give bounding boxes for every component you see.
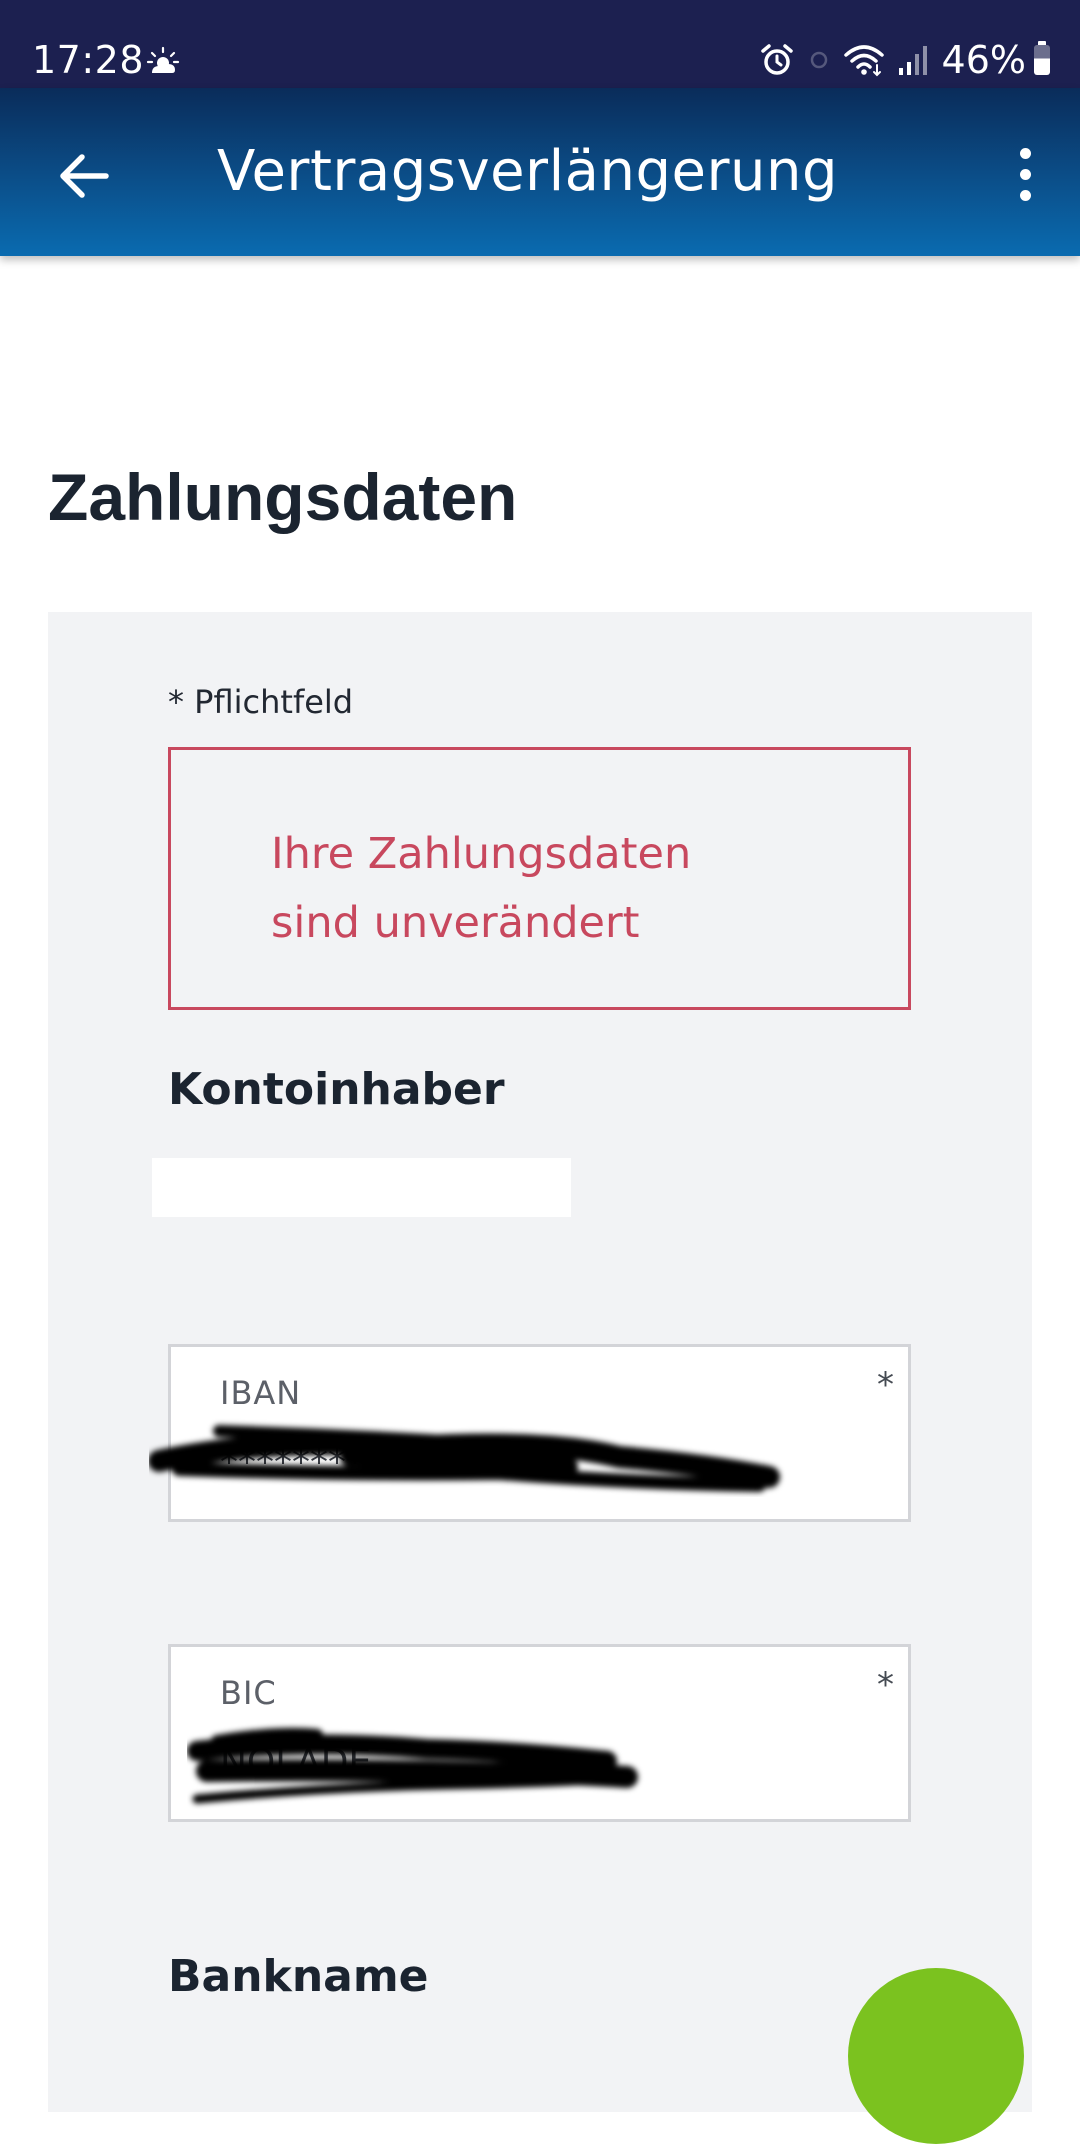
more-vert-icon xyxy=(1019,147,1031,159)
battery-icon xyxy=(1034,41,1050,75)
status-icons: 46% xyxy=(760,38,1050,82)
bank-name-label: Bankname xyxy=(168,1951,429,2002)
redaction-scribble xyxy=(149,1425,780,1492)
redaction-scribble xyxy=(187,1727,638,1804)
weather-sun-cloud-icon xyxy=(146,46,180,73)
info-message-line-1: Ihre Zahlungsdaten xyxy=(271,829,692,879)
info-message-box: Ihre Zahlungsdaten sind unverändert xyxy=(168,747,911,1010)
bic-label: BIC xyxy=(220,1674,277,1712)
iban-required-marker: * xyxy=(877,1365,894,1405)
status-time: 17:28 xyxy=(32,38,145,82)
wifi-icon xyxy=(843,45,884,77)
account-holder-label: Kontoinhaber xyxy=(168,1064,505,1115)
app-bar: Vertragsverlängerung xyxy=(0,88,1080,256)
required-field-note: * Pflichtfeld xyxy=(168,683,354,721)
signal-icon xyxy=(898,46,927,75)
info-message-line-2: sind unverändert xyxy=(271,898,640,948)
battery-percentage: 46% xyxy=(941,38,1026,82)
bic-required-marker: * xyxy=(877,1665,894,1705)
status-bar: 17:28 46% xyxy=(0,0,1080,88)
arrow-left-icon xyxy=(60,154,109,198)
iban-label: IBAN xyxy=(220,1374,302,1412)
iban-field[interactable]: IBAN * ********** xyxy=(149,1344,911,1522)
sync-icon xyxy=(810,51,827,69)
alarm-icon xyxy=(760,44,793,75)
account-holder-value xyxy=(152,1158,571,1217)
floating-action-button[interactable] xyxy=(848,1968,1024,2144)
bic-field[interactable]: BIC * NOLADE xyxy=(168,1644,911,1822)
page-title: Vertragsverlängerung xyxy=(217,139,838,204)
back-button[interactable] xyxy=(44,140,124,212)
overflow-menu-button[interactable] xyxy=(990,134,1060,214)
section-heading: Zahlungsdaten xyxy=(48,460,518,534)
info-message-text: Ihre Zahlungsdaten sind unverändert xyxy=(271,820,831,958)
